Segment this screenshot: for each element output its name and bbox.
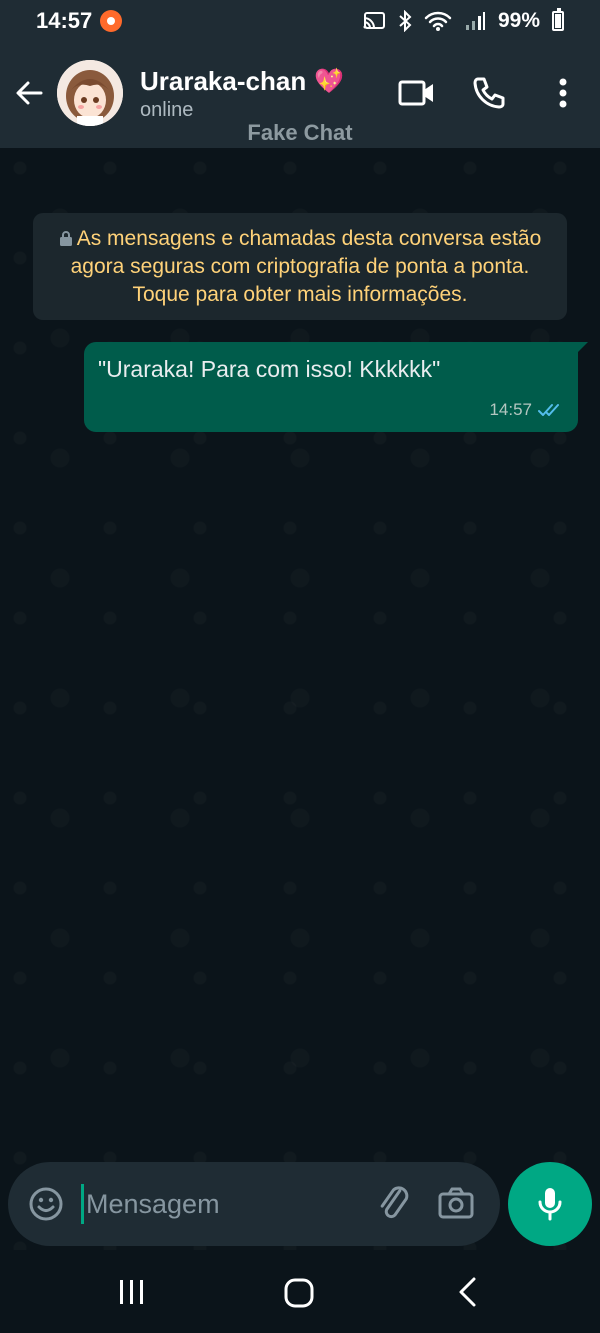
more-vert-icon[interactable] — [556, 76, 570, 110]
system-nav-bar — [0, 1254, 600, 1333]
outgoing-message[interactable]: "Uraraka! Para com isso! Kkkkkk" 14:57 — [84, 342, 588, 432]
battery-percent: 99% — [497, 9, 540, 32]
avatar[interactable] — [57, 60, 123, 126]
camera-icon[interactable] — [438, 1186, 474, 1220]
message-composer — [8, 1162, 500, 1246]
battery-icon — [552, 8, 564, 31]
arrow-left-icon[interactable] — [14, 78, 44, 108]
wifi-icon — [424, 11, 452, 31]
status-time: 14:57 — [36, 8, 93, 33]
bubble-tail — [576, 342, 588, 354]
contact-status: online — [140, 99, 194, 121]
contact-name-text: Uraraka-chan — [140, 66, 307, 96]
bluetooth-icon — [399, 10, 412, 32]
paperclip-icon[interactable] — [374, 1186, 414, 1222]
chat-header: Uraraka-chan 💖 online Fake Chat — [0, 42, 600, 148]
message-input[interactable] — [86, 1184, 356, 1224]
message-time: 14:57 — [489, 400, 532, 419]
encryption-notice[interactable]: As mensagens e chamadas desta conversa e… — [33, 213, 567, 320]
screen-record-icon — [100, 10, 123, 32]
contact-name[interactable]: Uraraka-chan 💖 — [140, 66, 344, 97]
chat-area[interactable]: As mensagens e chamadas desta conversa e… — [0, 148, 600, 1250]
watermark-label: Fake Chat — [247, 120, 353, 145]
message-text: "Uraraka! Para com isso! Kkkkkk" — [98, 356, 441, 382]
read-ticks-icon — [538, 404, 559, 416]
mic-icon — [538, 1188, 562, 1221]
recent-apps-icon[interactable] — [116, 1276, 148, 1308]
lock-icon — [59, 231, 72, 246]
signal-icon — [465, 12, 485, 30]
mic-button[interactable] — [508, 1162, 592, 1246]
message-meta: 14:57 — [489, 400, 564, 420]
encryption-notice-text: As mensagens e chamadas desta conversa e… — [70, 227, 542, 306]
heart-emoji: 💖 — [314, 68, 345, 95]
nav-back-icon[interactable] — [454, 1276, 484, 1308]
video-call-icon[interactable] — [398, 76, 436, 110]
text-caret — [81, 1184, 84, 1224]
home-icon[interactable] — [282, 1276, 316, 1310]
emoji-icon[interactable] — [28, 1186, 64, 1222]
phone-icon[interactable] — [472, 76, 506, 110]
cast-icon — [363, 12, 385, 29]
status-bar: 14:57 99% — [0, 0, 600, 42]
